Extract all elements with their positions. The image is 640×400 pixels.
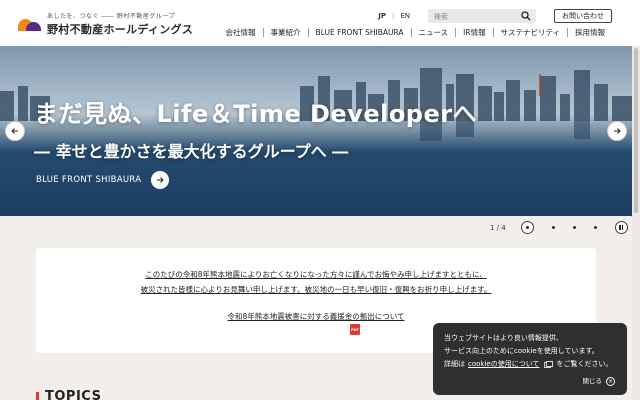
pdf-icon[interactable]: PDF: [350, 324, 360, 335]
search-placeholder: 検索: [434, 13, 448, 21]
hero-subtitle: ― 幸せと豊かさを最大化するグループへ ―: [34, 142, 349, 161]
slider-controls: 1 / 4: [490, 221, 628, 234]
contact-button[interactable]: お問い合わせ: [554, 9, 612, 23]
chevron-left-icon: [11, 128, 18, 134]
topics-title: TOPICS: [45, 389, 102, 400]
cookie-banner: 当ウェブサイトはより良い情報提供、 サービス向上のためにcookieを使用してい…: [433, 323, 627, 395]
slider-prev-button[interactable]: [5, 121, 25, 141]
slide-dot-3[interactable]: [572, 226, 576, 229]
nav-recruit[interactable]: 採用情報: [567, 28, 612, 37]
hero-cta-link[interactable]: BLUE FRONT SHIBAURA: [36, 171, 170, 189]
logo-tagline: あしたを、つなぐ ―― 野村不動産グループ: [47, 13, 175, 20]
global-nav: 会社情報 事業紹介 BLUE FRONT SHIBAURA ニュース IR情報 …: [219, 28, 612, 37]
nav-blue-front-shibaura[interactable]: BLUE FRONT SHIBAURA: [307, 28, 411, 37]
notice-donation-link[interactable]: 令和8年熊本地震被害に対する義援金の拠出について: [36, 311, 596, 322]
notice-message: このたびの令和8年熊本地震によりお亡くなりになった方々に謹んでお悔やみ申し上げま…: [36, 267, 596, 297]
cookie-line-2: サービス向上のためにcookieを使用しています。: [444, 347, 599, 355]
hero-cta-label: BLUE FRONT SHIBAURA: [36, 175, 142, 185]
slide-dot-2[interactable]: [551, 226, 555, 229]
notice-line-1[interactable]: このたびの令和8年熊本地震によりお亡くなりになった方々に謹んでお悔やみ申し上げま…: [36, 267, 596, 282]
search-input[interactable]: 検索: [428, 9, 536, 23]
lang-en-link[interactable]: EN: [400, 12, 410, 20]
nav-business[interactable]: 事業紹介: [262, 28, 308, 37]
logo-mark-icon: [18, 17, 42, 31]
site-header: あしたを、つなぐ ―― 野村不動産グループ 野村不動産ホールディングス JP |…: [0, 0, 640, 46]
topics-heading: TOPICS: [36, 389, 101, 400]
cookie-policy-link[interactable]: cookieの使用について: [468, 358, 540, 371]
cookie-line-3-post: をご覧ください。: [556, 360, 613, 368]
chevron-right-icon: [614, 128, 621, 134]
close-icon: ×: [606, 377, 615, 386]
utility-nav: JP | EN 検索 お問い合わせ: [378, 9, 612, 23]
logo[interactable]: あしたを、つなぐ ―― 野村不動産グループ 野村不動産ホールディングス: [18, 11, 193, 37]
cookie-line-1: 当ウェブサイトはより良い情報提供、: [444, 334, 563, 342]
hero-banner: まだ見ぬ、Life＆Time Developerへ ― 幸せと豊かさを最大化する…: [0, 46, 632, 216]
external-window-icon: [543, 361, 553, 368]
lang-jp-link[interactable]: JP: [378, 12, 386, 20]
nav-news[interactable]: ニュース: [410, 28, 456, 37]
slide-counter: 1 / 4: [490, 223, 506, 232]
slide-dot-4[interactable]: [593, 226, 597, 229]
scrollbar-thumb[interactable]: [634, 48, 638, 213]
cookie-close-button[interactable]: 閉じる ×: [582, 375, 615, 388]
cookie-line-3: 詳細は cookieの使用について をご覧ください。: [444, 358, 627, 371]
city-skyline-image: [0, 68, 632, 141]
page: あしたを、つなぐ ―― 野村不動産グループ 野村不動産ホールディングス JP |…: [0, 0, 640, 400]
notice-line-2[interactable]: 被災された皆様に心よりお見舞い申し上げます。被災地の一日も早い復旧・復興をお祈り…: [36, 282, 596, 297]
arrow-right-icon: [151, 171, 170, 189]
slider-next-button[interactable]: [607, 121, 627, 141]
pause-button[interactable]: [614, 221, 628, 234]
nav-ir[interactable]: IR情報: [455, 28, 492, 37]
slide-dot-1[interactable]: [520, 221, 534, 234]
nav-company[interactable]: 会社情報: [219, 28, 263, 37]
cookie-line-3-pre: 詳細は: [444, 360, 465, 368]
search-icon[interactable]: [521, 11, 531, 21]
hero-title: まだ見ぬ、Life＆Time Developerへ: [34, 100, 478, 128]
cookie-close-label: 閉じる: [582, 377, 603, 385]
lang-separator: |: [391, 12, 395, 20]
logo-brand-name: 野村不動産ホールディングス: [47, 23, 194, 36]
topics-accent-bar: [36, 392, 39, 400]
nav-sustainability[interactable]: サステナビリティ: [492, 28, 567, 37]
